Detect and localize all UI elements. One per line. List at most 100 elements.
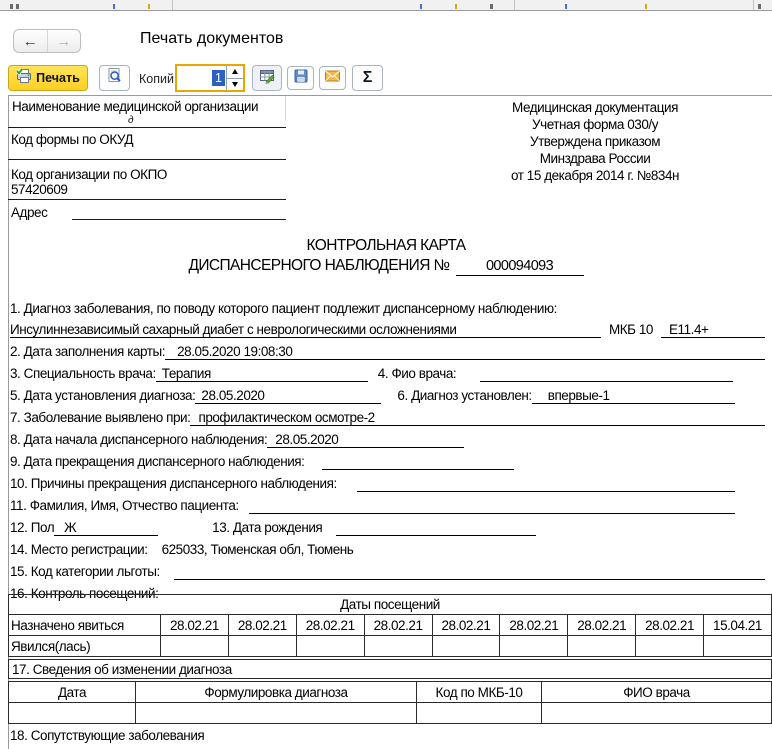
visit-actual-cell [568,636,636,657]
item10-blank [357,476,735,492]
approval-line: Утверждена приказом [420,133,770,150]
visits-caption: Даты посещений [9,595,772,615]
arrow-up-icon [232,69,238,74]
envelope-icon [324,69,341,88]
item1-value: Инсулиннезависимый сахарный диабет с нев… [10,322,601,338]
org-footnote-mark: д [128,115,134,126]
item1-label: 1. Диагноз заболевания, по поводу которо… [10,301,557,316]
item5-label: 5. Дата установления диагноза: [10,388,195,403]
sigma-icon: Σ [363,69,373,87]
visit-date-cell: 15.04.21 [704,615,772,636]
visit-date-cell: 28.02.21 [228,615,296,636]
print-button[interactable]: Печать [8,65,88,91]
form-rule [8,199,286,200]
visit-date-cell: 28.02.21 [364,615,432,636]
item2-value: 28.05.2020 19:08:30 [165,344,765,360]
table-settings-button[interactable] [252,65,282,91]
copies-stepper[interactable]: 1 [175,64,245,92]
item9-blank [322,454,514,470]
item18-label: 18. Сопутствующие заболевания [10,728,204,743]
print-button-label: Печать [36,71,80,85]
item1-mkb-value: Е11.4+ [661,322,765,338]
tab-remnant [420,4,422,9]
okud-label: Код формы по ОКУД [11,132,133,147]
approval-line: Минздрава России [420,150,770,167]
item4-label: 4. Фио врача: [378,366,456,381]
email-button[interactable] [319,66,346,90]
item13-label: 13. Дата рождения [212,520,322,535]
card-number: 000094093 [456,258,584,276]
form-approval-block: Медицинская документация Учетная форма 0… [420,99,770,184]
stepper-up-button[interactable] [227,66,243,78]
visit-date-cell: 28.02.21 [500,615,568,636]
visit-date-cell: 28.02.21 [161,615,229,636]
item8-value: 28.05.2020 [267,432,464,448]
form-title-line2-text: ДИСПАНСЕРНОГО НАБЛЮДЕНИЯ № [188,257,449,274]
tab-remnant [490,4,493,9]
tab-remnant [148,4,150,9]
item3-value: Терапия [156,366,368,382]
stepper-down-button[interactable] [227,78,243,91]
item3-label: 3. Специальность врача: [10,366,156,381]
visit-actual-cell [228,636,296,657]
copies-input[interactable]: 1 [177,66,226,90]
visit-actual-cell [704,636,772,657]
preview-button[interactable] [99,65,130,91]
visit-actual-cell [636,636,704,657]
save-button[interactable] [287,66,314,90]
floppy-disk-icon [293,68,309,89]
address-blank-line [72,219,286,220]
item15-label: 15. Код категории льготы: [10,564,160,579]
visit-actual-cell [161,636,229,657]
diag-empty-cell [9,703,136,724]
diag-col-date: Дата [9,682,136,703]
visit-date-cell: 28.02.21 [636,615,704,636]
item6-value: впервые-1 [532,388,735,404]
item6-label: 6. Диагноз установлен: [397,388,531,403]
diag-col-wording: Формулировка диагноза [136,682,417,703]
visits-table: Даты посещений Назначено явиться 28.02.2… [8,594,772,657]
item11-blank [249,498,735,514]
visit-date-cell: 28.02.21 [432,615,500,636]
tab-separator [514,0,515,10]
item12-value: Ж [54,520,158,536]
tab-separator [753,0,754,10]
copies-value: 1 [212,70,225,86]
item13-blank [336,520,536,536]
diag-col-doctor: ФИО врача [542,682,772,703]
tab-remnant [758,4,761,9]
visit-actual-cell [432,636,500,657]
copies-label: Копий: [139,72,177,86]
item7-label: 7. Заболевание выявлено при: [10,410,190,425]
item1-mkb-label: МКБ 10 [609,322,653,337]
diag-empty-cell [136,703,417,724]
forward-arrow-icon[interactable]: → [48,30,81,52]
item12-label: 12. Пол [10,520,54,535]
visit-actual-cell [296,636,364,657]
approval-line: Учетная форма 030/у [420,116,770,133]
item11-label: 11. Фамилия, Имя, Отчество пациента: [10,498,239,513]
form-title-line2: ДИСПАНСЕРНОГО НАБЛЮДЕНИЯ № 000094093 [0,257,772,276]
item17-header-cell: 17. Сведения об изменении диагноза [8,659,772,679]
diag-empty-cell [542,703,772,724]
item7-value: профилактическом осмотре-2 [190,410,765,426]
approval-line: от 15 декабря 2014 г. №834н [420,167,770,184]
sum-button[interactable]: Σ [352,65,383,91]
page-title: Печать документов [140,30,283,48]
visit-date-cell: 28.02.21 [568,615,636,636]
item8-label: 8. Дата начала диспансерного наблюдения: [10,432,267,447]
tab-remnant [10,4,13,9]
tab-separator [172,0,173,10]
tab-remnant [455,4,457,9]
visit-date-cell: 28.02.21 [296,615,364,636]
tab-remnant [16,4,19,9]
org-name-label: Наименование медицинской организации [12,99,258,114]
back-arrow-icon[interactable]: ← [14,30,48,52]
form-rule [8,127,286,128]
clipped-tab-strip [0,0,772,11]
item14-value: 625033, Тюменская обл, Тюмень [148,542,354,557]
visits-row1-label: Назначено явиться [9,615,161,636]
item2-label: 2. Дата заполнения карты: [10,344,165,359]
tab-remnant [113,4,115,9]
form-rule [8,159,286,160]
